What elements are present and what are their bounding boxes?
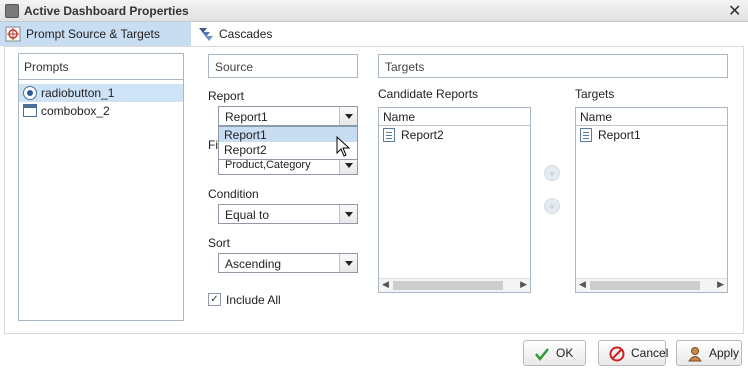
scroll-thumb[interactable] <box>393 281 503 290</box>
cancel-label: Cancel <box>631 346 669 360</box>
scroll-right-icon[interactable]: ▶ <box>717 279 724 290</box>
title-bar: Active Dashboard Properties ✕ <box>0 0 748 22</box>
report-label: Report <box>208 89 245 103</box>
condition-label: Condition <box>208 187 259 201</box>
tab-bar: Prompt Source & Targets Cascades <box>0 22 748 46</box>
report-select[interactable]: Report1 <box>218 106 358 126</box>
targets-name-column[interactable]: Name <box>576 108 727 126</box>
include-all-label: Include All <box>226 293 281 307</box>
add-to-targets-button[interactable]: » <box>544 165 560 181</box>
targets-grid: Name Report1 ◀ ▶ <box>575 107 728 293</box>
radio-button-icon <box>23 86 37 100</box>
cancel-button[interactable]: Cancel <box>598 340 669 366</box>
target-row-label: Report1 <box>598 128 641 142</box>
sort-select-value: Ascending <box>225 257 282 271</box>
ok-button[interactable]: OK <box>523 340 586 366</box>
source-header: Source <box>208 54 358 78</box>
prompt-target-icon <box>5 26 21 42</box>
tab-prompt-source-targets[interactable]: Prompt Source & Targets <box>0 22 191 46</box>
candidate-name-column[interactable]: Name <box>379 108 530 126</box>
chevron-down-icon[interactable] <box>339 107 357 125</box>
scroll-left-icon[interactable]: ◀ <box>382 279 389 290</box>
targets-list-label: Targets <box>575 87 615 101</box>
app-icon <box>5 4 19 18</box>
horizontal-scrollbar[interactable]: ◀ ▶ <box>379 278 530 292</box>
ok-label: OK <box>556 346 574 360</box>
prompt-item-label: radiobutton_1 <box>41 86 115 100</box>
field-label: Fi <box>208 138 218 152</box>
tab-label: Cascades <box>219 27 273 41</box>
report-select-value: Report1 <box>225 110 268 124</box>
condition-select[interactable]: Equal to <box>218 204 358 224</box>
mouse-cursor-icon <box>336 136 351 157</box>
include-all-checkbox[interactable]: ✓ <box>208 293 221 306</box>
apply-button[interactable]: Apply <box>676 340 742 366</box>
field-select-value: Product,Category <box>225 159 311 171</box>
apply-user-icon <box>688 347 702 362</box>
report-icon <box>580 128 592 142</box>
condition-select-value: Equal to <box>225 208 270 222</box>
combobox-icon <box>23 104 37 117</box>
prompt-item-label: combobox_2 <box>41 104 110 118</box>
prompt-item-combobox[interactable]: combobox_2 <box>19 102 183 120</box>
horizontal-scrollbar[interactable]: ◀ ▶ <box>576 278 727 292</box>
chevron-down-icon[interactable] <box>339 205 357 223</box>
sort-label: Sort <box>208 236 231 250</box>
targets-header: Targets <box>378 54 728 78</box>
candidate-reports-label: Candidate Reports <box>378 87 479 101</box>
window-title: Active Dashboard Properties <box>24 4 189 18</box>
close-icon[interactable]: ✕ <box>728 1 741 21</box>
scroll-right-icon[interactable]: ▶ <box>520 279 527 290</box>
candidate-row[interactable]: Report2 <box>379 126 530 144</box>
candidate-reports-grid: Name Report2 ◀ ▶ <box>378 107 531 293</box>
sort-select[interactable]: Ascending <box>218 253 358 273</box>
apply-label: Apply <box>709 346 740 360</box>
checkmark-icon <box>535 348 549 362</box>
candidate-row-label: Report2 <box>401 128 444 142</box>
cascades-icon <box>199 28 213 41</box>
remove-from-targets-button[interactable]: « <box>544 198 560 214</box>
scroll-left-icon[interactable]: ◀ <box>579 279 586 290</box>
target-row[interactable]: Report1 <box>576 126 727 144</box>
prompt-item-radiobutton[interactable]: radiobutton_1 <box>19 84 183 102</box>
scroll-thumb[interactable] <box>590 281 700 290</box>
prompts-panel: Prompts radiobutton_1 combobox_2 <box>18 53 184 321</box>
prompts-header: Prompts <box>19 54 183 80</box>
tab-cascades[interactable]: Cascades <box>193 22 283 46</box>
chevron-down-icon[interactable] <box>339 254 357 272</box>
tab-label: Prompt Source & Targets <box>26 27 160 41</box>
cancel-icon <box>609 346 625 362</box>
report-icon <box>383 128 395 142</box>
